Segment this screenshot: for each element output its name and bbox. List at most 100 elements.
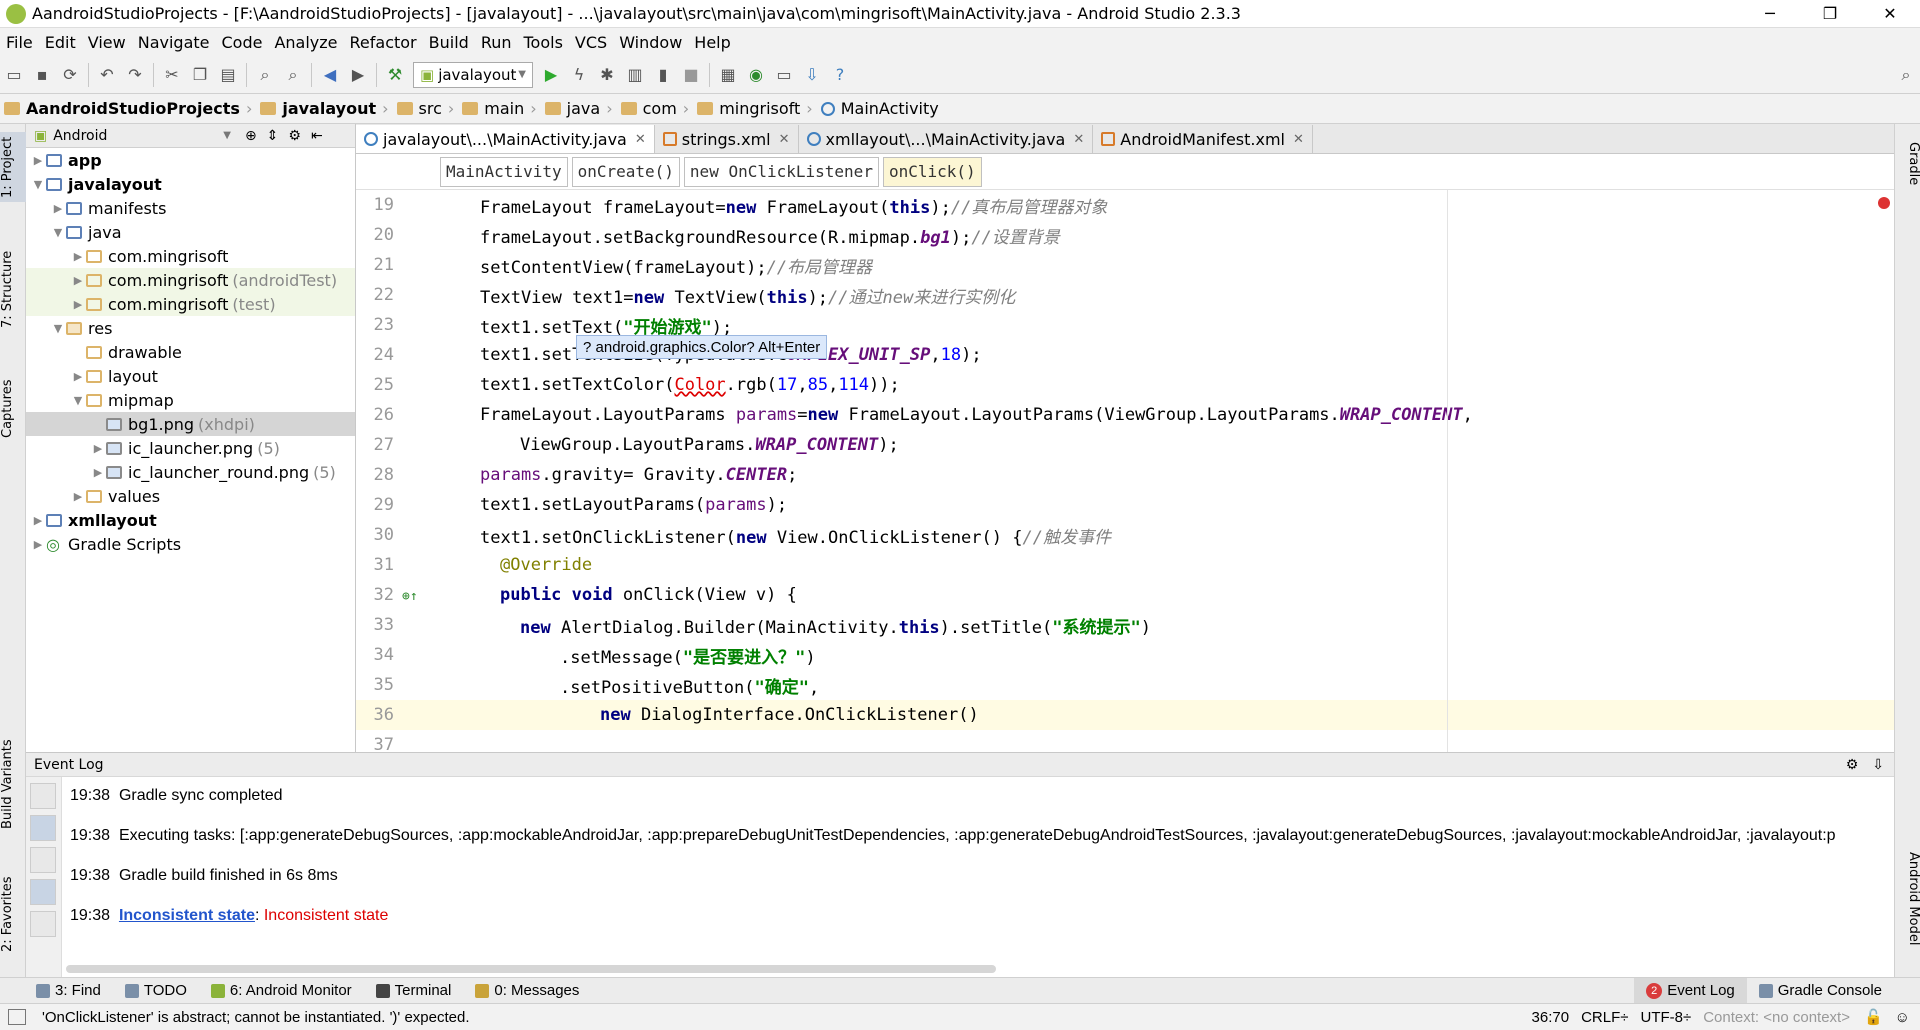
code-breadcrumb[interactable]: MainActivity xyxy=(440,156,568,187)
editor-tab[interactable]: xmllayout\...\MainActivity.java ✕ xyxy=(799,125,1094,153)
chevron-right-icon[interactable]: ▶ xyxy=(90,442,106,455)
run-icon[interactable]: ▶ xyxy=(537,61,565,89)
chevron-right-icon[interactable]: ▶ xyxy=(70,370,86,383)
apply-changes-icon[interactable]: ϟ xyxy=(565,61,593,89)
inconsistent-state-link[interactable]: Inconsistent state xyxy=(119,907,255,924)
replace-icon[interactable]: ⌕ xyxy=(279,61,307,89)
chevron-down-icon[interactable]: ▼ xyxy=(50,322,66,335)
tree-item[interactable]: ▶ app xyxy=(26,148,355,172)
mark-read-icon[interactable] xyxy=(30,815,56,841)
paste-icon[interactable]: ▤ xyxy=(214,61,242,89)
soft-wraps-icon[interactable] xyxy=(30,847,56,873)
editor-tab[interactable]: AndroidManifest.xml ✕ xyxy=(1093,125,1313,153)
nav-crumb[interactable]: mingrisoft › xyxy=(693,99,817,118)
chevron-down-icon[interactable]: ▼ xyxy=(30,178,46,191)
chevron-right-icon[interactable]: ▶ xyxy=(30,154,46,167)
find-icon[interactable]: ⌕ xyxy=(251,61,279,89)
chevron-down-icon[interactable]: ▼ xyxy=(50,226,66,239)
sync-icon[interactable]: ⟳ xyxy=(56,61,84,89)
tree-item[interactable]: ▶ values xyxy=(26,484,355,508)
tree-item[interactable]: ▶ com.mingrisoft (test) xyxy=(26,292,355,316)
debug-icon[interactable]: ✱ xyxy=(593,61,621,89)
nav-crumb[interactable]: src › xyxy=(393,99,459,118)
close-tab-icon[interactable]: ✕ xyxy=(1293,132,1304,147)
chevron-right-icon[interactable]: ▶ xyxy=(70,298,86,311)
tree-item[interactable]: ▶ xmllayout xyxy=(26,508,355,532)
tool-android-monitor[interactable]: 6: Android Monitor xyxy=(199,978,364,1004)
cut-icon[interactable]: ✂ xyxy=(158,61,186,89)
chevron-down-icon[interactable]: ▼ xyxy=(70,394,86,407)
chevron-right-icon[interactable]: ▶ xyxy=(30,514,46,527)
import-hint-popup[interactable]: ? android.graphics.Color? Alt+Enter xyxy=(576,335,828,359)
tool-windows-toggle-icon[interactable] xyxy=(8,1009,26,1025)
search-icon[interactable]: ⌕ xyxy=(1892,61,1920,89)
settings-icon[interactable] xyxy=(30,783,56,809)
save-all-icon[interactable]: ▪ xyxy=(28,61,56,89)
stop-icon[interactable]: ■ xyxy=(677,61,705,89)
menu-help[interactable]: Help xyxy=(688,33,736,52)
project-view-select[interactable]: Android xyxy=(53,128,223,144)
gradle-sync-icon[interactable]: ◉ xyxy=(742,61,770,89)
menu-code[interactable]: Code xyxy=(216,33,269,52)
editor-tab[interactable]: javalayout\...\MainActivity.java ✕ xyxy=(356,125,655,153)
nav-crumb[interactable]: java › xyxy=(541,99,617,118)
nav-crumb[interactable]: javalayout › xyxy=(256,99,392,118)
caret-position[interactable]: 36:70 xyxy=(1526,1009,1576,1026)
close-tab-icon[interactable]: ✕ xyxy=(1073,132,1084,147)
tree-item[interactable]: ▼ javalayout xyxy=(26,172,355,196)
tool-window-gradle[interactable]: Gradle xyxy=(1895,134,1920,194)
close-tab-icon[interactable]: ✕ xyxy=(779,132,790,147)
help-icon[interactable]: ? xyxy=(826,61,854,89)
copy-icon[interactable]: ❐ xyxy=(186,61,214,89)
collapse-all-icon[interactable]: ⇕ xyxy=(267,128,279,144)
chevron-right-icon[interactable]: ▶ xyxy=(70,274,86,287)
tree-item[interactable]: ▶ layout xyxy=(26,364,355,388)
code-breadcrumb[interactable]: onCreate() xyxy=(571,156,680,187)
maximize-button[interactable]: ❐ xyxy=(1800,4,1860,23)
override-marker-icon[interactable]: ⊕↑ xyxy=(402,589,418,604)
tool-gradle-console[interactable]: Gradle Console xyxy=(1747,978,1894,1004)
editor-tab[interactable]: strings.xml ✕ xyxy=(655,125,799,153)
menu-view[interactable]: View xyxy=(82,33,132,52)
hide-icon[interactable]: ⇤ xyxy=(311,128,323,144)
inspector-icon[interactable]: ☺ xyxy=(1895,1009,1910,1026)
line-separator[interactable]: CRLF÷ xyxy=(1575,1009,1634,1026)
menu-file[interactable]: File xyxy=(0,33,39,52)
tool-window-project[interactable]: 1: Project xyxy=(0,132,26,202)
lock-icon[interactable]: 🔓 xyxy=(1864,1008,1883,1026)
back-icon[interactable]: ◀ xyxy=(316,61,344,89)
tree-item[interactable]: ▶ ic_launcher.png (5) xyxy=(26,436,355,460)
make-project-icon[interactable]: ⚒ xyxy=(381,61,409,89)
tree-item[interactable]: bg1.png (xhdpi) xyxy=(26,412,355,436)
menu-window[interactable]: Window xyxy=(613,33,688,52)
menu-refactor[interactable]: Refactor xyxy=(344,33,423,52)
sdk-manager-icon[interactable]: ⇩ xyxy=(798,61,826,89)
scroll-from-source-icon[interactable]: ⊕ xyxy=(245,128,257,144)
tool-window-android-model[interactable]: Android Model xyxy=(1895,844,1920,954)
menu-build[interactable]: Build xyxy=(423,33,475,52)
close-tab-icon[interactable]: ✕ xyxy=(635,132,646,147)
tool-window-build-variants[interactable]: Build Variants xyxy=(0,734,26,834)
tool-window-captures[interactable]: Captures xyxy=(0,374,26,444)
tool-window-favorites[interactable]: 2: Favorites xyxy=(0,864,26,964)
undo-icon[interactable]: ↶ xyxy=(93,61,121,89)
tool-window-structure[interactable]: 7: Structure xyxy=(0,244,26,334)
profile-icon[interactable]: ▥ xyxy=(621,61,649,89)
gear-icon[interactable]: ⚙ xyxy=(288,128,301,144)
chevron-right-icon[interactable]: ▶ xyxy=(90,466,106,479)
tree-item[interactable]: ▶ ic_launcher_round.png (5) xyxy=(26,460,355,484)
menu-analyze[interactable]: Analyze xyxy=(268,33,343,52)
tree-item[interactable]: ▶ manifests xyxy=(26,196,355,220)
menu-tools[interactable]: Tools xyxy=(518,33,569,52)
error-stripe-icon[interactable] xyxy=(1878,197,1890,209)
nav-crumb[interactable]: com › xyxy=(617,99,694,118)
file-encoding[interactable]: UTF-8÷ xyxy=(1634,1009,1697,1026)
tree-item[interactable]: ▶ ◎ Gradle Scripts xyxy=(26,532,355,556)
tool-event-log[interactable]: 2 Event Log xyxy=(1634,977,1747,1004)
horizontal-scrollbar[interactable] xyxy=(66,965,996,973)
close-button[interactable]: ✕ xyxy=(1860,4,1920,23)
nav-crumb[interactable]: main › xyxy=(458,99,540,118)
menu-run[interactable]: Run xyxy=(475,33,518,52)
open-folder-icon[interactable]: ▭ xyxy=(0,61,28,89)
tree-item[interactable]: ▶ com.mingrisoft xyxy=(26,244,355,268)
